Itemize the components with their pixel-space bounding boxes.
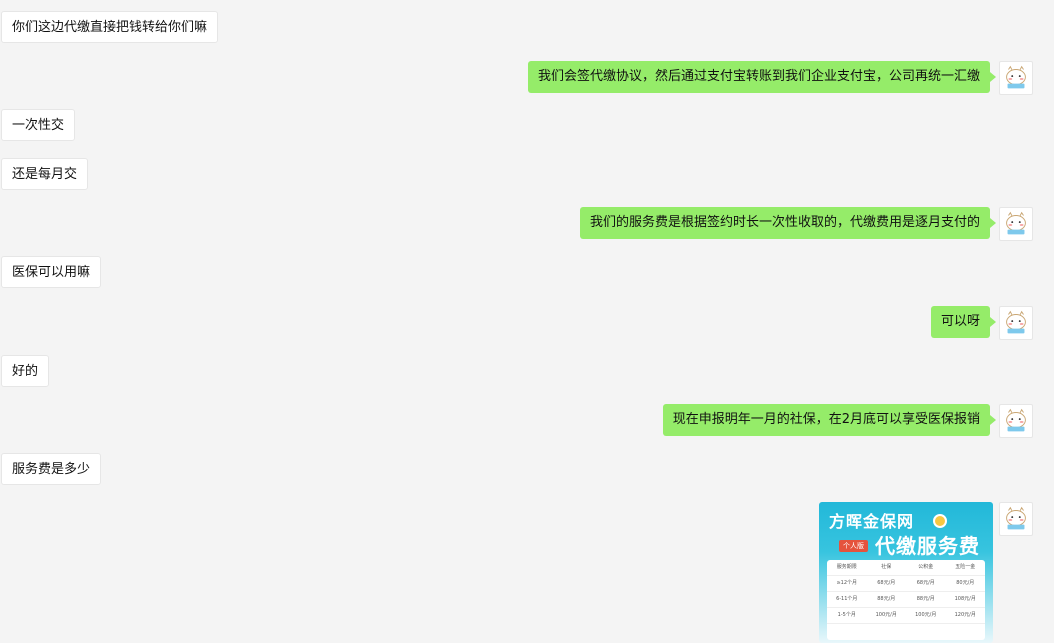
table-cell: 68元/月	[916, 580, 935, 586]
table-header-cell: 服务期限	[836, 564, 857, 570]
table-cell: 88元/月	[877, 596, 896, 602]
avatar-cartoon-icon	[1006, 211, 1026, 235]
message-left[interactable]: 医保可以用嘛	[1, 256, 102, 288]
table-cell: 88元/月	[916, 596, 935, 602]
message-left[interactable]: 一次性交	[1, 109, 76, 141]
table-cell: 100元/月	[915, 612, 937, 618]
poster-title: 代缴服务费	[875, 534, 980, 558]
table-header-row: 服务期限 社保 公积金 五险一金	[827, 560, 985, 576]
user-avatar[interactable]	[999, 306, 1033, 340]
message-right[interactable]: 可以呀	[930, 306, 997, 338]
message-left[interactable]: 还是每月交	[1, 158, 89, 190]
table-cell: 1-5个月	[837, 612, 856, 618]
table-header-cell: 社保	[881, 564, 892, 570]
table-cell: 68元/月	[877, 580, 896, 586]
table-cell: 120元/月	[954, 612, 976, 618]
table-header-cell: 五险一金	[955, 564, 976, 570]
message-right[interactable]: 现在申报明年一月的社保，在2月底可以享受医保报销	[662, 404, 997, 436]
user-avatar[interactable]	[999, 61, 1033, 95]
message-right[interactable]: 我们的服务费是根据签约时长一次性收取的，代缴费用是逐月支付的	[579, 207, 997, 239]
table-row: ≥12个月 68元/月 68元/月 80元/月	[827, 576, 985, 592]
table-cell: 100元/月	[875, 612, 897, 618]
table-cell: ≥12个月	[836, 580, 858, 586]
message-left[interactable]: 服务费是多少	[1, 453, 102, 485]
avatar-cartoon-icon	[1006, 408, 1026, 432]
coin-icon	[933, 514, 947, 528]
user-avatar[interactable]	[999, 502, 1033, 536]
image-message-poster[interactable]: 方晖金保网 个人版 代缴服务费 服务期限 社保 公积金 五险一金 ≥12个月 6…	[819, 502, 993, 643]
table-cell: 80元/月	[956, 580, 975, 586]
message-right[interactable]: 我们会签代缴协议，然后通过支付宝转账到我们企业支付宝，公司再统一汇缴	[527, 61, 997, 93]
message-left[interactable]: 你们这边代缴直接把钱转给你们嘛	[1, 11, 219, 43]
avatar-cartoon-icon	[1006, 310, 1026, 334]
table-header-cell: 公积金	[918, 564, 934, 570]
message-left[interactable]: 好的	[1, 355, 50, 387]
avatar-cartoon-icon	[1006, 506, 1026, 530]
table-cell: 108元/月	[954, 596, 976, 602]
user-avatar[interactable]	[999, 404, 1033, 438]
avatar-cartoon-icon	[1006, 65, 1026, 89]
table-row: 6-11个月 88元/月 88元/月 108元/月	[827, 592, 985, 608]
table-cell: 6-11个月	[836, 596, 858, 602]
poster-brand: 方晖金保网	[829, 512, 915, 531]
user-avatar[interactable]	[999, 207, 1033, 241]
poster-tag: 个人版	[839, 540, 868, 552]
poster-price-table: 服务期限 社保 公积金 五险一金 ≥12个月 68元/月 68元/月 80元/月…	[827, 560, 985, 640]
table-row: 1-5个月 100元/月 100元/月 120元/月	[827, 608, 985, 624]
